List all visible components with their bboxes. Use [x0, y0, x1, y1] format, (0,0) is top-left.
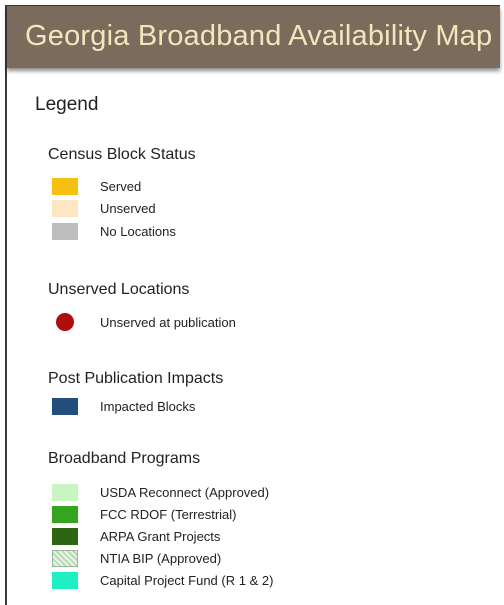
- legend-item-impacted-blocks: Impacted Blocks: [52, 397, 195, 415]
- section-title-broadband-programs: Broadband Programs: [48, 450, 201, 467]
- usda-reconnect-swatch-icon: [52, 483, 78, 501]
- served-swatch-icon: [52, 177, 78, 195]
- unserved-swatch-icon: [52, 199, 78, 217]
- legend-item-capital-project-fund: Capital Project Fund (R 1 & 2): [52, 571, 273, 589]
- title-bar: Georgia Broadband Availability Map: [7, 6, 500, 68]
- impacted-blocks-swatch-icon: [52, 397, 78, 415]
- legend-item-usda-reconnect: USDA Reconnect (Approved): [52, 483, 269, 501]
- legend-item-label: NTIA BIP (Approved): [100, 550, 222, 566]
- legend-item-no-locations: No Locations: [52, 222, 176, 240]
- legend-item-ntia-bip: NTIA BIP (Approved): [52, 549, 221, 567]
- legend-item-fcc-rdof: FCC RDOF (Terrestrial): [52, 505, 237, 523]
- legend-item-label: No Locations: [100, 223, 176, 239]
- legend-item-label: Unserved at publication: [100, 314, 236, 330]
- section-title-post-publication-impacts: Post Publication Impacts: [48, 370, 224, 387]
- legend-item-served: Served: [52, 177, 141, 195]
- section-title-census-block-status: Census Block Status: [48, 146, 196, 163]
- legend-item-label: Unserved: [100, 200, 156, 216]
- arpa-grant-swatch-icon: [52, 527, 78, 545]
- fcc-rdof-swatch-icon: [52, 505, 78, 523]
- legend-item-unserved-at-publication: Unserved at publication: [52, 313, 236, 331]
- capital-project-fund-swatch-icon: [52, 571, 78, 589]
- no-locations-swatch-icon: [52, 222, 78, 240]
- legend-item-label: USDA Reconnect (Approved): [100, 484, 270, 500]
- circle-marker-icon: [56, 313, 74, 331]
- legend-panel: Georgia Broadband Availability Map Legen…: [5, 5, 500, 605]
- legend-item-label: Capital Project Fund (R 1 & 2): [100, 572, 274, 588]
- legend-item-arpa-grant-projects: ARPA Grant Projects: [52, 527, 220, 545]
- legend-item-label: Served: [100, 178, 142, 194]
- hatched-swatch-icon: [52, 549, 78, 567]
- legend-item-label: FCC RDOF (Terrestrial): [100, 506, 237, 522]
- legend-heading: Legend: [35, 94, 99, 115]
- legend-item-label: ARPA Grant Projects: [100, 528, 221, 544]
- section-title-unserved-locations: Unserved Locations: [48, 281, 190, 298]
- legend-item-unserved: Unserved: [52, 199, 156, 217]
- legend-item-label: Impacted Blocks: [100, 398, 196, 414]
- map-title: Georgia Broadband Availability Map: [25, 20, 493, 52]
